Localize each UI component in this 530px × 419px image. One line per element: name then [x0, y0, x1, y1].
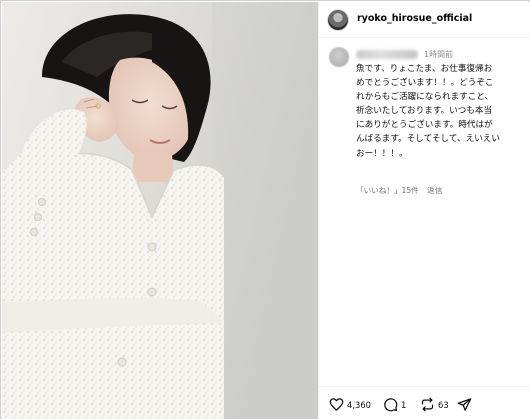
reply-button[interactable]: 返信 [427, 186, 442, 195]
comment-line: れからもご活躍になられますこと、 [356, 92, 494, 103]
comments-count: 1 [401, 399, 407, 410]
comment-bubble-icon [384, 398, 398, 412]
heart-icon [329, 398, 344, 411]
like-button[interactable]: 4,360 [329, 397, 371, 412]
post-photo-illustration [2, 2, 318, 419]
comment-line: めでとうございます！！。どうぞこ [356, 78, 494, 89]
post-side-panel: ryoko_hirosue_official 1時間前 魚です、りょこたま、お仕… [318, 2, 530, 419]
comment-line: 祈念いたしております。いつも本当 [356, 106, 493, 117]
repost-icon [421, 397, 434, 412]
account-username[interactable]: ryoko_hirosue_official [357, 13, 472, 24]
post-header: ryoko_hirosue_official [319, 2, 530, 38]
comment-line: 魚です、りょこたま、お仕事復帰お [356, 64, 493, 74]
comment-timestamp: 1時間前 [424, 50, 454, 59]
repost-button[interactable]: 63 [420, 397, 449, 412]
action-bar: 4,360 1 63 [319, 386, 530, 419]
comment-line: おー！！！。 [356, 148, 408, 159]
paper-plane-icon [457, 398, 472, 411]
comment-meta: 「いいね！」15件 返信 [356, 185, 448, 196]
comment-line: んばるます。そしてそして、えいえい [356, 134, 501, 145]
account-avatar[interactable] [327, 9, 349, 31]
likes-count: 4,360 [347, 399, 371, 410]
comment-line: にありがとうございます。時代はが [356, 120, 493, 131]
reposts-count: 63 [438, 399, 449, 410]
post-photo[interactable] [2, 2, 318, 419]
commenter-username-blurred[interactable] [356, 50, 418, 59]
commenter-avatar[interactable] [329, 47, 349, 67]
instagram-post-window: ryoko_hirosue_official 1時間前 魚です、りょこたま、お仕… [0, 0, 530, 419]
share-button[interactable] [457, 397, 472, 412]
comment-button[interactable]: 1 [383, 397, 406, 412]
comment-likes-count[interactable]: 「いいね！」15件 [356, 186, 419, 195]
comment-text: 魚です、りょこたま、お仕事復帰お めでとうございます！！。どうぞこ れからもご活… [356, 62, 522, 161]
